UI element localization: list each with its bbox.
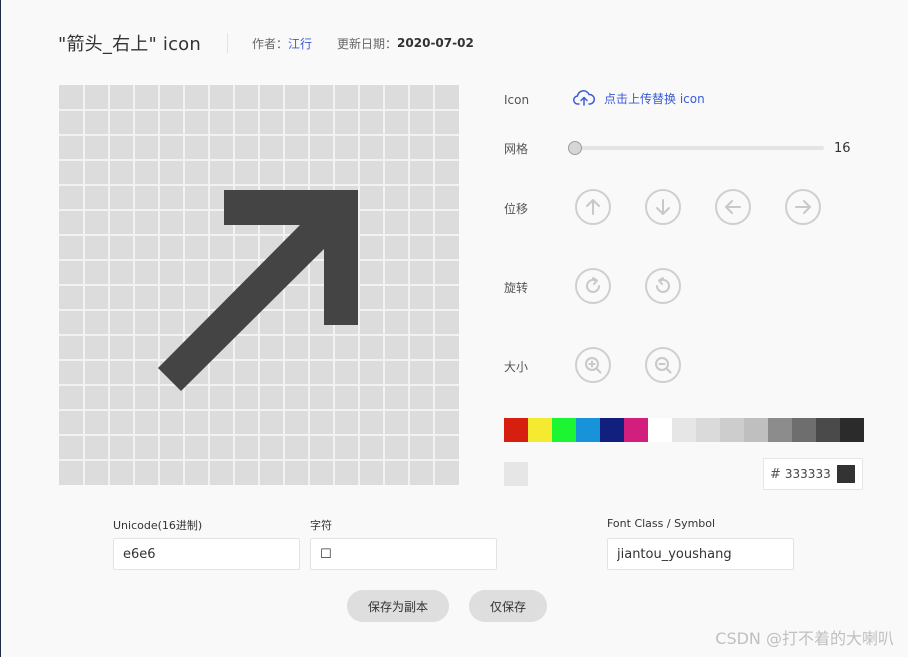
slider-track	[573, 146, 824, 150]
update-date: 2020-07-02	[397, 36, 474, 50]
color-swatch[interactable]	[552, 418, 576, 442]
character-input[interactable]	[310, 538, 497, 570]
color-swatch[interactable]	[600, 418, 624, 442]
rotate-counterclockwise-button[interactable]	[645, 268, 681, 304]
arrow-up-right-icon	[158, 190, 358, 391]
color-swatch[interactable]	[768, 418, 792, 442]
rotate-label: 旋转	[504, 281, 529, 295]
arrow-right-icon	[795, 200, 811, 214]
rotate-clockwise-button[interactable]	[575, 268, 611, 304]
arrow-down-icon	[656, 199, 670, 215]
color-swatch[interactable]	[696, 418, 720, 442]
color-swatch[interactable]	[744, 418, 768, 442]
author-label: 作者：	[252, 36, 289, 51]
move-up-button[interactable]	[575, 189, 611, 225]
unicode-input[interactable]	[113, 538, 300, 570]
color-swatch[interactable]	[792, 418, 816, 442]
author-link[interactable]: 江行	[288, 35, 312, 52]
upload-icon-button[interactable]: 点击上传替换 icon	[573, 89, 705, 107]
cloud-upload-icon	[573, 90, 595, 106]
icon-title: "箭头_右上" icon	[58, 34, 201, 55]
size-label: 大小	[504, 360, 529, 374]
color-swatch[interactable]	[528, 418, 552, 442]
background-color-swatch[interactable]	[504, 462, 528, 486]
zoom-in-button[interactable]	[575, 347, 611, 383]
icon-label: Icon	[504, 93, 530, 107]
arrow-left-icon	[725, 200, 741, 214]
slider-thumb[interactable]	[568, 141, 582, 155]
unicode-label: Unicode(16进制)	[113, 519, 203, 532]
arrow-up-icon	[586, 199, 600, 215]
save-as-copy-button[interactable]: 保存为副本	[347, 590, 449, 622]
move-down-button[interactable]	[645, 189, 681, 225]
move-left-button[interactable]	[715, 189, 751, 225]
move-right-button[interactable]	[785, 189, 821, 225]
color-hex-input[interactable]	[784, 467, 837, 481]
font-class-input[interactable]	[607, 538, 794, 570]
color-swatch[interactable]	[816, 418, 840, 442]
move-label: 位移	[504, 202, 529, 216]
font-class-label: Font Class / Symbol	[607, 517, 716, 530]
zoom-out-button[interactable]	[645, 347, 681, 383]
color-swatch[interactable]	[648, 418, 672, 442]
date-label: 更新日期：	[337, 36, 398, 51]
color-swatch[interactable]	[576, 418, 600, 442]
character-label: 字符	[310, 519, 332, 532]
header-divider	[227, 33, 228, 53]
upload-label: 点击上传替换 icon	[604, 91, 705, 106]
page-header: "箭头_右上" icon 作者： 江行 更新日期： 2020-07-02	[58, 28, 474, 58]
rotate-cw-icon	[586, 277, 600, 293]
zoom-out-icon	[655, 357, 672, 374]
zoom-in-icon	[585, 357, 602, 374]
current-color-chip[interactable]	[837, 465, 855, 483]
grid-label: 网格	[504, 142, 529, 156]
color-swatch[interactable]	[624, 418, 648, 442]
color-swatch[interactable]	[504, 418, 528, 442]
watermark: CSDN @打不着的大喇叭	[715, 629, 894, 648]
save-only-button[interactable]: 仅保存	[469, 590, 547, 622]
color-swatch[interactable]	[840, 418, 864, 442]
color-palette	[504, 418, 864, 442]
color-hex-field: #	[763, 458, 863, 490]
grid-value: 16	[834, 141, 851, 156]
icon-canvas[interactable]	[59, 85, 459, 485]
color-swatch[interactable]	[672, 418, 696, 442]
hash-symbol: #	[770, 466, 781, 482]
grid-slider[interactable]	[568, 140, 824, 156]
rotate-ccw-icon	[656, 277, 670, 293]
color-swatch[interactable]	[720, 418, 744, 442]
